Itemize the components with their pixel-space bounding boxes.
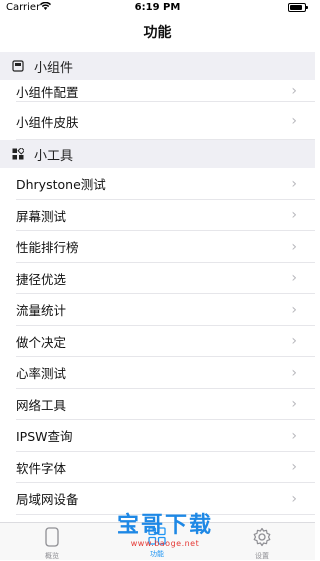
- tab-label: 概览: [45, 552, 59, 560]
- tab-overview[interactable]: 概览: [22, 523, 82, 561]
- list-item-traffic-stats[interactable]: 流量统计 ›: [0, 294, 315, 326]
- list-item-label: 流量统计: [16, 303, 67, 319]
- gear-icon: [232, 527, 292, 549]
- list-item-label: 性能排行榜: [16, 240, 79, 256]
- list-item-label: 捷径优选: [16, 271, 67, 287]
- feature-list[interactable]: 小组件 小组件配置 › 小组件皮肤 › 小工具 Dhrystone测试 › 屏幕…: [0, 52, 315, 522]
- chevron-right-icon: ›: [291, 427, 297, 444]
- list-item-label: IPSW查询: [16, 429, 73, 445]
- battery-icon: [288, 3, 308, 12]
- section-header-widgets: 小组件: [0, 52, 315, 80]
- list-item-shortcuts[interactable]: 捷径优选 ›: [0, 262, 315, 294]
- tab-settings[interactable]: 设置: [232, 523, 292, 561]
- list-item-lan-devices[interactable]: 局域网设备 ›: [0, 483, 315, 515]
- chevron-right-icon: ›: [291, 270, 297, 287]
- list-item-screen-test[interactable]: 屏幕测试 ›: [0, 199, 315, 231]
- list-item-label: 做个决定: [16, 334, 67, 350]
- tab-label: 设置: [255, 552, 269, 560]
- nav-bar: 功能: [0, 16, 315, 50]
- list-item-label: 小组件配置: [16, 84, 79, 100]
- chevron-right-icon: ›: [291, 301, 297, 318]
- page-title: 功能: [143, 25, 172, 41]
- list-item-label: 心率测试: [16, 366, 67, 382]
- status-bar: Carrier 6:19 PM: [0, 0, 315, 16]
- chevron-right-icon: ›: [291, 396, 297, 413]
- list-item-dhrystone[interactable]: Dhrystone测试 ›: [0, 168, 315, 200]
- list-item-ipsw[interactable]: IPSW查询 ›: [0, 420, 315, 452]
- watermark: 宝哥下载 www.baoge.net: [110, 513, 220, 555]
- list-item-network-tools[interactable]: 网络工具 ›: [0, 388, 315, 420]
- phone-icon: [22, 527, 82, 549]
- section-header-tools: 小工具: [0, 140, 315, 168]
- chevron-right-icon: ›: [291, 333, 297, 350]
- list-item-fonts[interactable]: 软件字体 ›: [0, 451, 315, 483]
- list-item-label: 局域网设备: [16, 492, 79, 508]
- list-item-label: 软件字体: [16, 460, 67, 476]
- chevron-right-icon: ›: [291, 207, 297, 224]
- widget-icon: [12, 60, 24, 72]
- chevron-right-icon: ›: [291, 113, 297, 129]
- list-item-label: 网络工具: [16, 397, 67, 413]
- list-item-decision[interactable]: 做个决定 ›: [0, 325, 315, 357]
- list-item-heart-rate[interactable]: 心率测试 ›: [0, 357, 315, 389]
- chevron-right-icon: ›: [291, 238, 297, 255]
- section-title: 小组件: [34, 60, 74, 76]
- chevron-right-icon: ›: [291, 364, 297, 381]
- status-time: 6:19 PM: [134, 2, 181, 13]
- list-item-label: Dhrystone测试: [16, 177, 106, 193]
- list-item-performance-ranking[interactable]: 性能排行榜 ›: [0, 231, 315, 263]
- chevron-right-icon: ›: [291, 83, 297, 99]
- watermark-url: www.baoge.net: [130, 539, 200, 548]
- list-item-widget-config[interactable]: 小组件配置 ›: [0, 80, 315, 102]
- section-title: 小工具: [34, 148, 74, 164]
- list-item-label: 屏幕测试: [16, 208, 67, 224]
- tools-icon: [12, 146, 26, 160]
- chevron-right-icon: ›: [291, 490, 297, 507]
- chevron-right-icon: ›: [291, 175, 297, 192]
- list-item-label: 小组件皮肤: [16, 114, 79, 130]
- chevron-right-icon: ›: [291, 459, 297, 476]
- list-item-widget-skin[interactable]: 小组件皮肤 ›: [0, 102, 315, 140]
- watermark-title: 宝哥下载: [116, 513, 213, 538]
